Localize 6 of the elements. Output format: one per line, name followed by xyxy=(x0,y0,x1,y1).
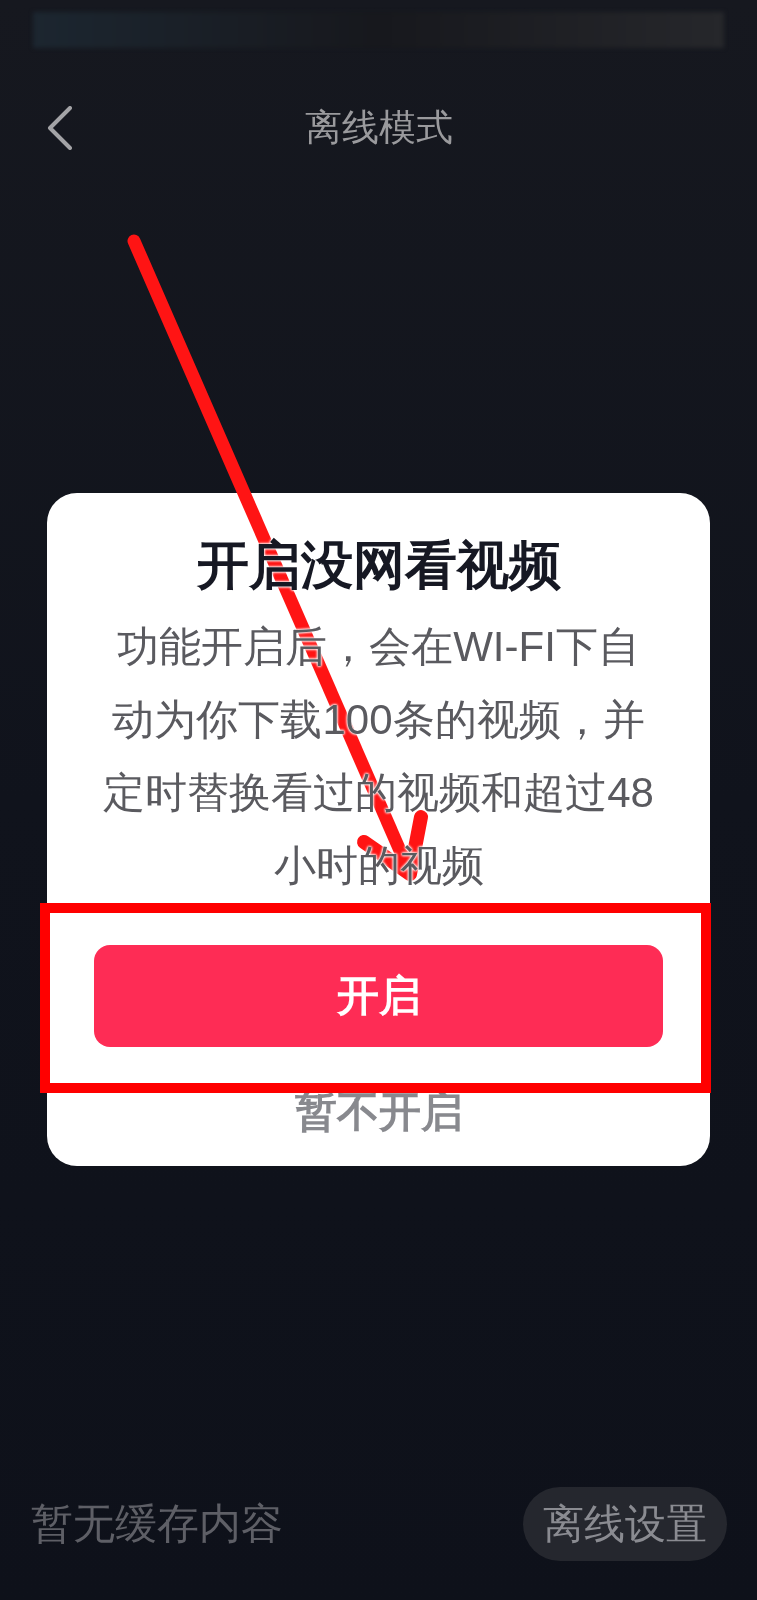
page-title: 离线模式 xyxy=(304,106,453,150)
decline-button[interactable]: 暂不开启 xyxy=(294,1087,463,1137)
back-icon xyxy=(46,106,74,150)
empty-cache-message: 暂无缓存内容 xyxy=(31,1499,283,1549)
offline-settings-button[interactable]: 离线设置 xyxy=(523,1487,727,1561)
enable-button[interactable]: 开启 xyxy=(94,945,663,1047)
